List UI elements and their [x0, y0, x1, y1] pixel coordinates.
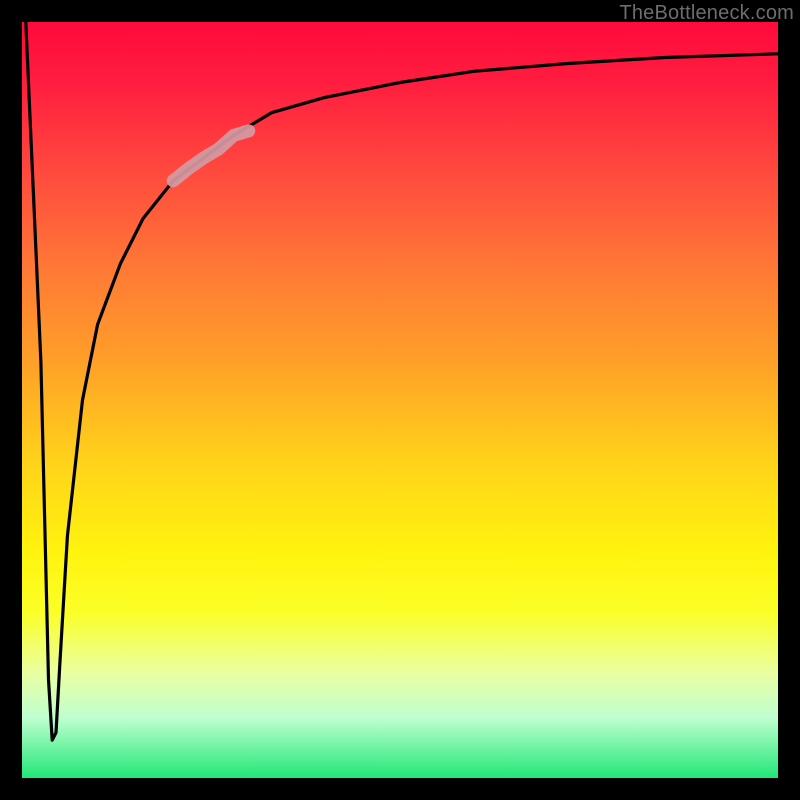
plot-area: [22, 22, 778, 778]
watermark-text: TheBottleneck.com: [619, 2, 794, 25]
highlight-segment: [173, 131, 249, 181]
curve-layer: [22, 22, 778, 778]
bottleneck-curve: [26, 22, 778, 740]
chart-frame: TheBottleneck.com: [0, 0, 800, 800]
